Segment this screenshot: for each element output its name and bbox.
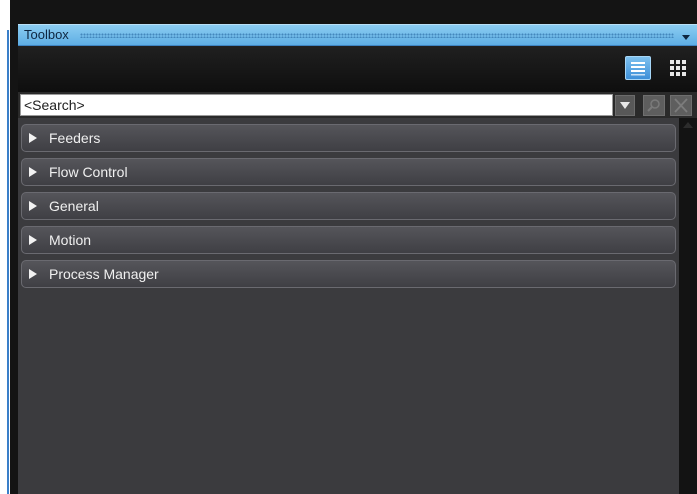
category-flow-control[interactable]: Flow Control [21,158,676,186]
search-bar [18,92,697,118]
toolbox-title: Toolbox [24,27,69,42]
expand-arrow-icon [29,201,37,211]
scroll-up-arrow-icon[interactable] [683,122,693,128]
category-process-manager[interactable]: Process Manager [21,260,676,288]
category-label: Motion [49,232,92,248]
expand-arrow-icon [29,235,37,245]
expand-arrow-icon [29,269,37,279]
grid-view-button[interactable] [665,56,691,80]
drag-grip[interactable] [80,33,674,38]
grid-icon [670,60,686,76]
search-input[interactable] [20,94,613,116]
left-window-edge [0,0,10,494]
category-feeders[interactable]: Feeders [21,124,676,152]
vertical-scrollbar[interactable] [679,118,697,494]
search-dropdown-button[interactable] [615,95,635,116]
expand-arrow-icon [29,133,37,143]
list-view-button[interactable] [625,56,651,80]
toolbox-toolbar [18,46,697,92]
left-window-border [7,30,9,494]
category-label: Feeders [49,130,101,146]
clear-search-button[interactable] [670,95,692,116]
search-button[interactable] [643,95,665,116]
toolbox-category-list: Feeders Flow Control General Motion Proc… [18,118,679,494]
list-icon [631,62,645,76]
expand-arrow-icon [29,167,37,177]
category-motion[interactable]: Motion [21,226,676,254]
application-frame: Toolbox <Search> Feeders Flow Control Ge… [0,0,697,494]
search-icon [647,99,660,112]
close-icon [674,98,688,113]
caret-down-icon [620,102,630,109]
category-general[interactable]: General [21,192,676,220]
category-label: Process Manager [49,266,159,282]
category-label: Flow Control [49,164,128,180]
chevron-down-icon[interactable] [682,35,690,40]
category-label: General [49,198,99,214]
toolbox-title-bar[interactable]: Toolbox [18,24,697,46]
